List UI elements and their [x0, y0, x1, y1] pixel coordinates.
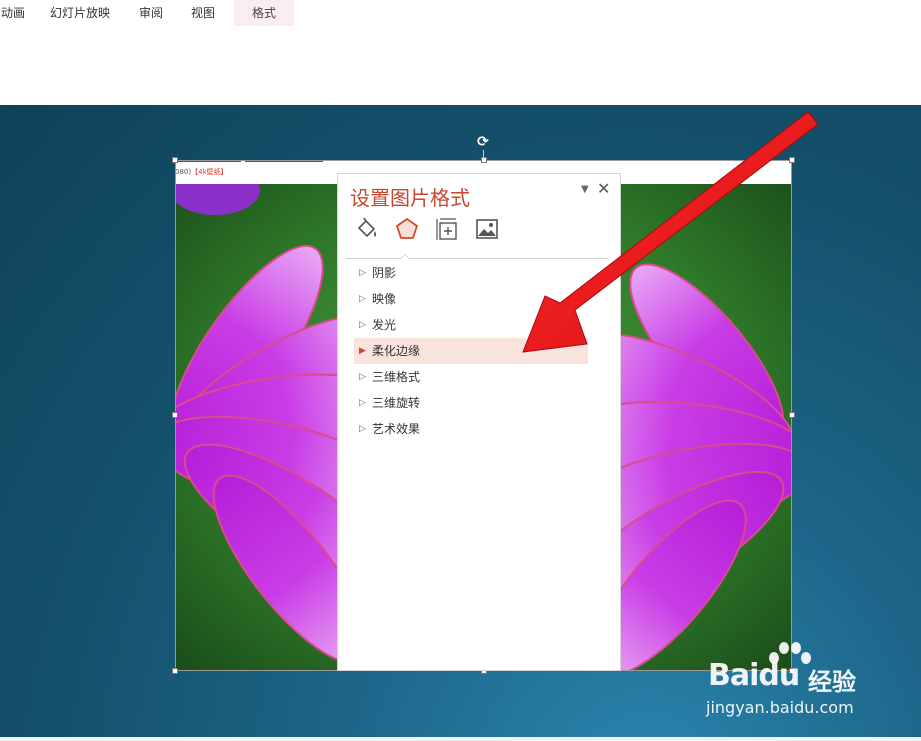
watermark-url: jingyan.baidu.com [706, 698, 854, 717]
separator-notch-inner [401, 255, 409, 259]
watermark-brand: Baidu [708, 658, 800, 693]
caption-red-text: 【4k壁纸】 [191, 168, 228, 176]
ribbon-body [0, 28, 921, 105]
section-reflection[interactable]: ▷ 映像 [354, 286, 588, 312]
section-label: 柔化边缘 [372, 344, 421, 358]
expand-triangle-icon: ▷ [359, 424, 366, 434]
resize-handle-top[interactable] [481, 157, 487, 163]
tab-format[interactable]: 格式 [234, 0, 294, 26]
expand-triangle-icon: ▷ [359, 372, 366, 382]
close-icon[interactable]: ✕ [597, 179, 610, 198]
pane-title: 设置图片格式 [350, 186, 470, 210]
caption-text: 080) [175, 168, 192, 176]
rotate-handle-icon[interactable]: ⟳ [475, 134, 491, 150]
format-picture-pane: 设置图片格式 ▼ ✕ ▷ 阴影 ▷ 映像 ▷ 发光 ▶ 柔化边缘 ▷ 三维格式 ▷ 三维旋转 [337, 173, 621, 671]
picture-caption: 080)【4k壁纸】 [175, 167, 228, 177]
tab-view[interactable]: 视图 [182, 0, 224, 26]
section-label: 三维旋转 [372, 396, 421, 410]
thumb-line [245, 160, 323, 162]
size-properties-icon[interactable] [434, 216, 460, 242]
resize-handle-right[interactable] [789, 412, 795, 418]
section-label: 发光 [372, 318, 397, 332]
section-glow[interactable]: ▷ 发光 [354, 312, 588, 338]
section-label: 艺术效果 [372, 422, 421, 436]
pane-separator [346, 258, 608, 259]
resize-handle-bottom-left[interactable] [172, 668, 178, 674]
section-3d-rotation[interactable]: ▷ 三维旋转 [354, 390, 588, 416]
brand-du: du [758, 658, 800, 693]
section-artistic-effects[interactable]: ▷ 艺术效果 [354, 416, 588, 442]
section-label: 阴影 [372, 266, 397, 280]
baidu-watermark: Baidu 经验 jingyan.baidu.com [706, 640, 906, 725]
brand-bai: Bai [708, 658, 759, 693]
expand-triangle-icon: ▷ [359, 320, 366, 330]
tab-slideshow[interactable]: 幻灯片放映 [44, 0, 116, 26]
tab-animation[interactable]: 动画 [0, 0, 34, 26]
resize-handle-top-right[interactable] [789, 157, 795, 163]
fill-line-icon[interactable] [354, 216, 380, 242]
thumb-line [175, 160, 241, 162]
watermark-cn: 经验 [808, 668, 856, 696]
section-label: 三维格式 [372, 370, 421, 384]
tab-review[interactable]: 审阅 [130, 0, 172, 26]
effects-pentagon-icon[interactable] [394, 216, 420, 242]
resize-handle-left[interactable] [172, 412, 178, 418]
expand-triangle-icon: ▶ [359, 346, 366, 356]
expand-triangle-icon: ▷ [359, 294, 366, 304]
picture-icon[interactable] [474, 216, 500, 242]
rotate-stem [483, 150, 484, 160]
section-label: 映像 [372, 292, 397, 306]
section-shadow[interactable]: ▷ 阴影 [354, 260, 588, 286]
effects-section-list: ▷ 阴影 ▷ 映像 ▷ 发光 ▶ 柔化边缘 ▷ 三维格式 ▷ 三维旋转 ▷ 艺术效果 [354, 260, 588, 442]
expand-triangle-icon: ▷ [359, 268, 366, 278]
expand-triangle-icon: ▷ [359, 398, 366, 408]
status-strip [0, 737, 921, 741]
triangle-down-icon[interactable]: ▼ [581, 184, 589, 195]
section-3d-format[interactable]: ▷ 三维格式 [354, 364, 588, 390]
ribbon-tab-bar: 动画 幻灯片放映 审阅 视图 格式 [0, 0, 921, 28]
resize-handle-top-left[interactable] [172, 157, 178, 163]
section-soft-edges[interactable]: ▶ 柔化边缘 [354, 338, 588, 364]
